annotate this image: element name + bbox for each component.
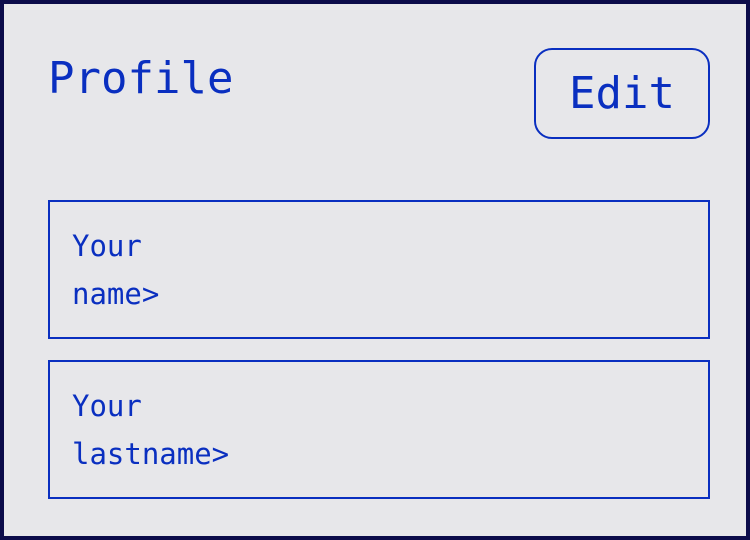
page-title: Profile: [48, 53, 234, 104]
edit-button[interactable]: Edit: [534, 48, 710, 139]
profile-card: Profile Edit Your name> Your lastname>: [0, 0, 750, 540]
name-field-placeholder: Your name>: [72, 229, 160, 311]
name-field[interactable]: Your name>: [48, 200, 710, 339]
lastname-field-placeholder: Your lastname>: [72, 389, 230, 471]
lastname-field[interactable]: Your lastname>: [48, 360, 710, 499]
